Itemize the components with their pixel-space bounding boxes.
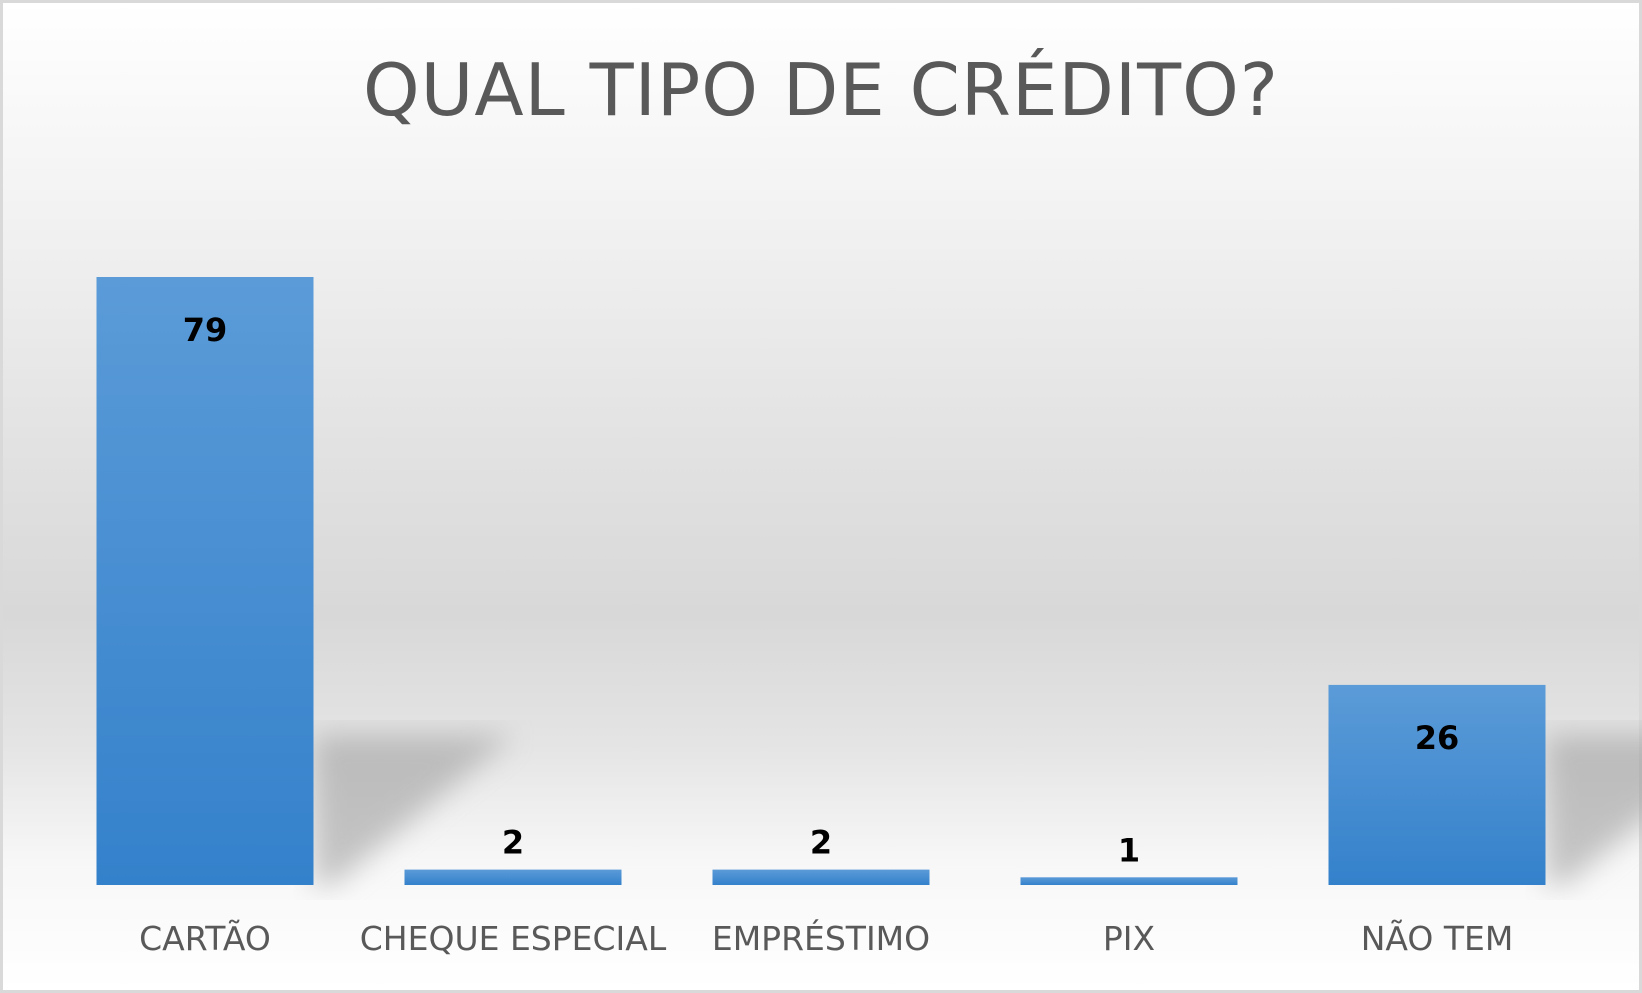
bar-1 xyxy=(404,869,622,885)
category-label: PIX xyxy=(1103,919,1155,958)
bar-4 xyxy=(1328,684,1546,885)
data-label: 2 xyxy=(502,824,524,862)
category-label: EMPRÉSTIMO xyxy=(712,918,930,958)
bar-0 xyxy=(96,277,314,885)
category-label: NÃO TEM xyxy=(1361,919,1514,958)
data-label: 79 xyxy=(183,311,228,349)
data-label: 1 xyxy=(1118,831,1140,869)
bar-2 xyxy=(712,869,930,885)
bar-3 xyxy=(1020,877,1238,885)
bar-chart: 79 CARTÃO 2 CHEQUE ESPECIAL 2 EMPRÉSTIMO 1 PIX 2… xyxy=(96,277,1642,958)
bar-shadow xyxy=(1545,735,1642,885)
data-label: 26 xyxy=(1415,719,1460,757)
data-label: 2 xyxy=(810,824,832,862)
bar-shadow xyxy=(313,735,514,885)
category-label: CARTÃO xyxy=(139,919,271,958)
category-label: CHEQUE ESPECIAL xyxy=(360,919,667,958)
